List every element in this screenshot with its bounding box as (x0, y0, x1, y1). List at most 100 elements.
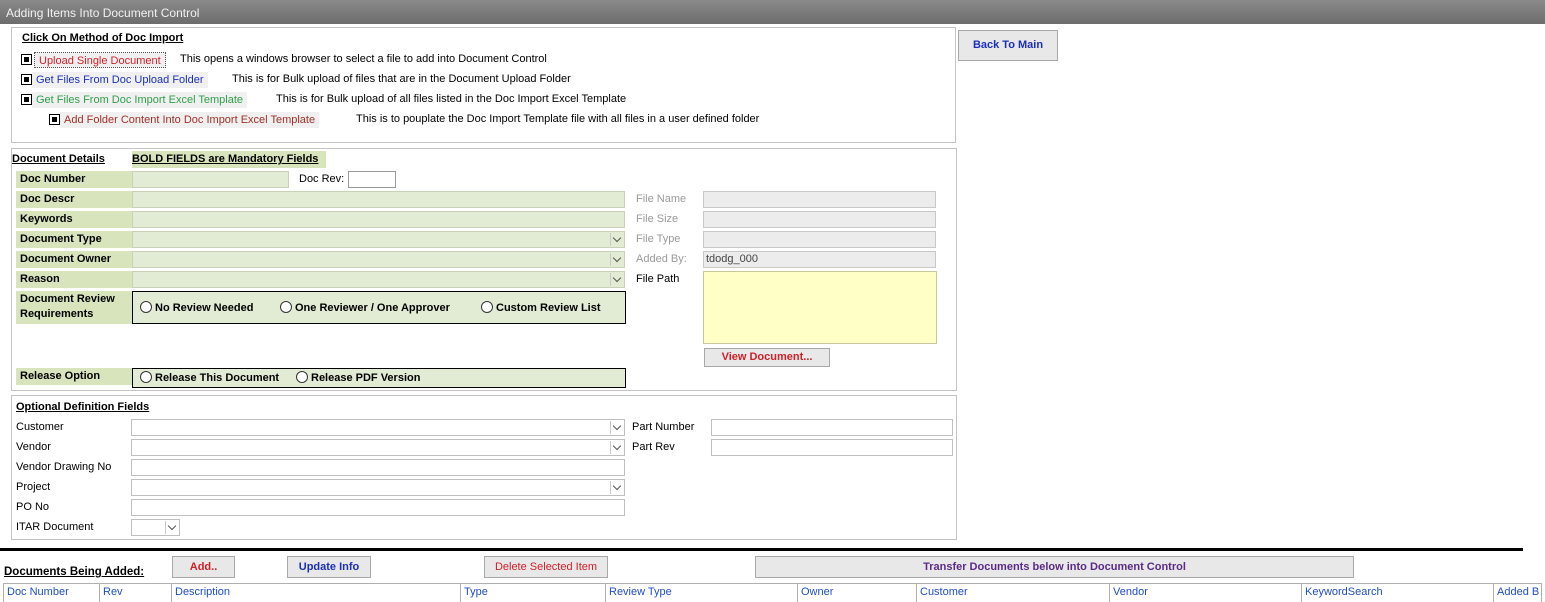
upload-folder-description: This is for Bulk upload of files that ar… (232, 73, 571, 85)
file-path-label: File Path (636, 273, 680, 285)
column-header-keyword-search[interactable]: KeywordSearch (1302, 584, 1494, 602)
add-folder-content-button[interactable]: Add Folder Content Into Doc Import Excel… (60, 112, 320, 128)
radio-icon (280, 301, 292, 313)
custom-review-label: Custom Review List (496, 302, 601, 314)
file-type-label: File Type (636, 233, 681, 245)
itar-label: ITAR Document (16, 521, 94, 533)
file-path-field[interactable] (703, 271, 937, 344)
upload-single-document-button[interactable]: Upload Single Document (34, 52, 166, 68)
column-header-owner[interactable]: Owner (798, 584, 917, 602)
customer-select[interactable] (131, 419, 625, 436)
document-type-label: Document Type (16, 231, 132, 248)
document-details-panel: Document Details BOLD FIELDS are Mandato… (11, 148, 957, 391)
vendor-label: Vendor (16, 441, 51, 453)
doc-upload-folder-checkbox-icon (21, 74, 32, 85)
vendor-drawing-label: Vendor Drawing No (16, 461, 112, 473)
update-info-button[interactable]: Update Info (287, 556, 371, 578)
reason-select[interactable] (132, 271, 625, 288)
radio-icon (481, 301, 493, 313)
folder-content-checkbox-icon (49, 114, 60, 125)
column-header-rev[interactable]: Rev (100, 584, 172, 602)
po-no-input[interactable] (131, 499, 625, 516)
added-by-field: tdodg_000 (703, 251, 936, 268)
file-size-field (703, 211, 936, 228)
chevron-down-icon[interactable] (610, 481, 623, 494)
view-document-button[interactable]: View Document... (704, 348, 830, 367)
release-pdf-radio[interactable]: Release PDF Version (296, 371, 420, 385)
doc-rev-label: Doc Rev: (299, 173, 345, 185)
documents-grid-header: Doc Number Rev Description Type Review T… (3, 583, 1542, 602)
column-header-review-type[interactable]: Review Type (606, 584, 798, 602)
document-type-select[interactable] (132, 231, 625, 248)
window-title-bar: Adding Items Into Document Control (0, 0, 1545, 24)
file-name-label: File Name (636, 193, 687, 205)
window-title: Adding Items Into Document Control (6, 6, 200, 20)
review-requirements-label: Document Review Requirements (16, 291, 132, 324)
delete-selected-item-button[interactable]: Delete Selected Item (484, 556, 608, 578)
review-requirements-label-line1: Document Review (20, 293, 115, 305)
itar-select[interactable] (131, 519, 180, 536)
part-number-label: Part Number (632, 421, 695, 433)
excel-template-checkbox-icon (21, 94, 32, 105)
import-method-panel: Click On Method of Doc Import Upload Sin… (11, 27, 956, 143)
release-document-label: Release This Document (155, 372, 280, 384)
documents-being-added-heading: Documents Being Added: (4, 566, 145, 578)
folder-content-description: This is to pouplate the Doc Import Templ… (356, 113, 760, 125)
review-requirements-label-line2: Requirements (20, 308, 94, 320)
one-reviewer-radio[interactable]: One Reviewer / One Approver (280, 301, 450, 315)
document-details-heading: Document Details (12, 153, 105, 165)
column-header-added-by[interactable]: Added B (1494, 584, 1541, 602)
doc-number-label: Doc Number (16, 171, 132, 188)
get-files-excel-template-button[interactable]: Get Files From Doc Import Excel Template (32, 92, 248, 108)
file-name-field (703, 191, 936, 208)
upload-single-checkbox-icon (21, 54, 32, 65)
document-owner-select[interactable] (132, 251, 625, 268)
doc-descr-input[interactable] (132, 191, 625, 208)
add-button[interactable]: Add.. (172, 556, 235, 578)
column-header-vendor[interactable]: Vendor (1110, 584, 1302, 602)
vendor-select[interactable] (131, 439, 625, 456)
chevron-down-icon[interactable] (610, 273, 623, 286)
column-header-description[interactable]: Description (172, 584, 461, 602)
review-options-group: No Review Needed One Reviewer / One Appr… (132, 291, 626, 324)
get-files-upload-folder-button[interactable]: Get Files From Doc Upload Folder (32, 72, 208, 88)
column-header-doc-number[interactable]: Doc Number (4, 584, 100, 602)
keywords-input[interactable] (132, 211, 625, 228)
customer-label: Customer (16, 421, 64, 433)
chevron-down-icon[interactable] (165, 521, 178, 534)
keywords-label: Keywords (16, 211, 132, 228)
reason-label: Reason (16, 271, 132, 288)
back-to-main-button[interactable]: Back To Main (958, 30, 1058, 61)
doc-descr-label: Doc Descr (16, 191, 132, 208)
chevron-down-icon[interactable] (610, 253, 623, 266)
doc-rev-input[interactable] (348, 171, 396, 188)
project-select[interactable] (131, 479, 625, 496)
optional-fields-heading: Optional Definition Fields (16, 401, 150, 413)
added-by-label: Added By: (636, 253, 687, 265)
custom-review-radio[interactable]: Custom Review List (481, 301, 601, 315)
doc-number-input[interactable] (132, 171, 289, 188)
excel-template-description: This is for Bulk upload of all files lis… (276, 93, 627, 105)
vendor-drawing-input[interactable] (131, 459, 625, 476)
one-reviewer-label: One Reviewer / One Approver (295, 302, 450, 314)
section-divider (0, 548, 1523, 551)
file-type-field (703, 231, 936, 248)
no-review-radio[interactable]: No Review Needed (140, 301, 253, 315)
part-rev-label: Part Rev (632, 441, 675, 453)
chevron-down-icon[interactable] (610, 441, 623, 454)
chevron-down-icon[interactable] (610, 421, 623, 434)
part-rev-input[interactable] (711, 439, 953, 456)
column-header-customer[interactable]: Customer (917, 584, 1110, 602)
radio-icon (296, 371, 308, 383)
document-owner-label: Document Owner (16, 251, 132, 268)
release-options-group: Release This Document Release PDF Versio… (132, 368, 626, 388)
mandatory-fields-note: BOLD FIELDS are Mandatory Fields (132, 151, 327, 168)
optional-fields-panel: Optional Definition Fields Customer Vend… (11, 395, 957, 540)
column-header-type[interactable]: Type (461, 584, 606, 602)
project-label: Project (16, 481, 51, 493)
chevron-down-icon[interactable] (610, 233, 623, 246)
transfer-documents-button[interactable]: Transfer Documents below into Document C… (755, 556, 1354, 578)
radio-icon (140, 371, 152, 383)
part-number-input[interactable] (711, 419, 953, 436)
release-document-radio[interactable]: Release This Document (140, 371, 279, 385)
